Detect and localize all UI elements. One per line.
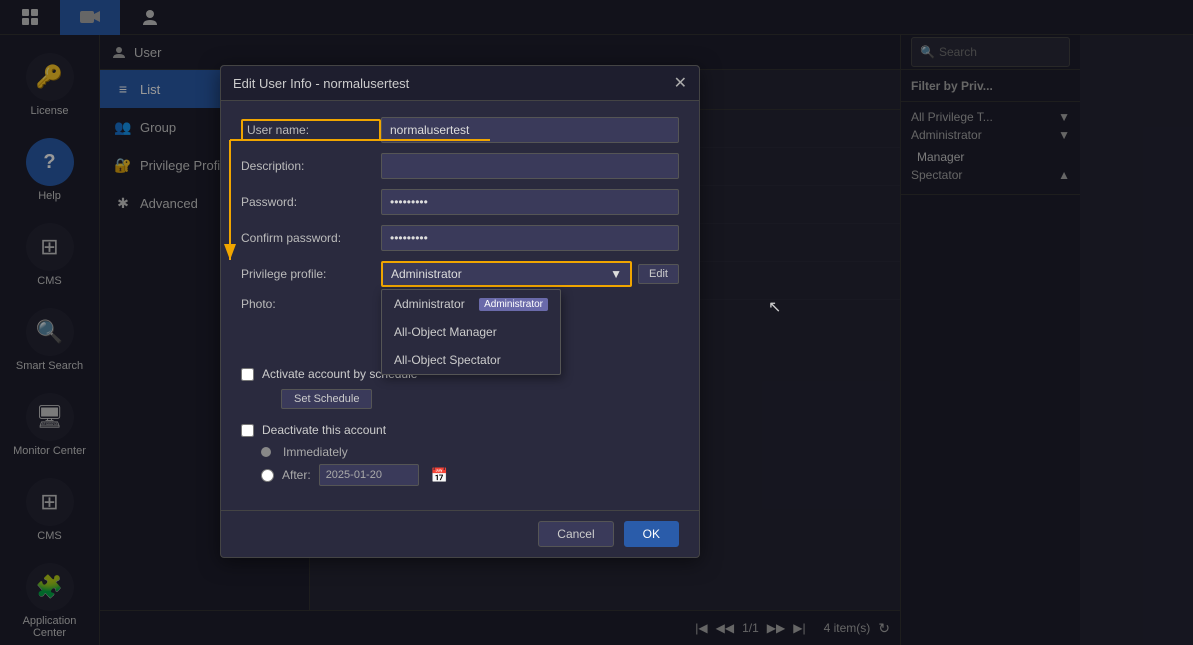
photo-label: Photo: — [241, 297, 381, 311]
after-radio-row: After: 📅 — [261, 464, 679, 486]
dropdown-option-spectator: All-Object Spectator — [394, 353, 501, 367]
immediately-radio-row: Immediately — [261, 445, 679, 459]
privilege-dropdown: Administrator Administrator All-Object M… — [381, 289, 561, 375]
deactivate-options: Immediately After: 📅 — [261, 445, 679, 486]
confirm-password-label: Confirm password: — [241, 231, 381, 245]
description-row: Description: — [241, 153, 679, 179]
password-row: Password: — [241, 189, 679, 215]
password-input[interactable] — [381, 189, 679, 215]
privilege-profile-row: Privilege profile: Administrator ▼ Edit … — [241, 261, 679, 287]
after-radio[interactable] — [261, 469, 274, 482]
check-badge-admin: Administrator — [479, 298, 548, 311]
set-schedule-button[interactable]: Set Schedule — [281, 389, 372, 409]
modal-title: Edit User Info - normalusertest — [233, 76, 409, 91]
dropdown-item-all-object-spectator[interactable]: All-Object Spectator — [382, 346, 560, 374]
username-row: User name: — [241, 117, 679, 143]
modal-close-button[interactable]: ✕ — [674, 73, 687, 93]
modal-body: User name: Description: Password: Confir… — [221, 101, 699, 510]
calendar-icon[interactable]: 📅 — [431, 467, 448, 484]
privilege-select[interactable]: Administrator ▼ — [381, 261, 632, 287]
confirm-password-input[interactable] — [381, 225, 679, 251]
privilege-select-wrapper: Administrator ▼ Edit Administrator Admin… — [381, 261, 679, 287]
privilege-selected-value: Administrator — [391, 267, 462, 281]
modal-title-bar: Edit User Info - normalusertest ✕ — [221, 66, 699, 101]
deactivate-checkbox-row: Deactivate this account — [241, 423, 679, 437]
confirm-password-row: Confirm password: — [241, 225, 679, 251]
deactivate-label: Deactivate this account — [262, 423, 386, 437]
after-label: After: — [282, 468, 311, 482]
cancel-button[interactable]: Cancel — [538, 521, 613, 547]
username-input[interactable] — [381, 117, 679, 143]
chevron-down-icon-priv: ▼ — [610, 267, 622, 281]
privilege-edit-button[interactable]: Edit — [638, 264, 679, 284]
dropdown-item-all-object-manager[interactable]: All-Object Manager — [382, 318, 560, 346]
privilege-label: Privilege profile: — [241, 267, 381, 281]
deactivate-checkbox[interactable] — [241, 424, 254, 437]
modal-footer: Cancel OK — [221, 510, 699, 557]
dropdown-item-administrator[interactable]: Administrator Administrator — [382, 290, 560, 318]
edit-user-modal: Edit User Info - normalusertest ✕ User n… — [220, 65, 700, 558]
dropdown-option-manager: All-Object Manager — [394, 325, 497, 339]
ok-button[interactable]: OK — [624, 521, 679, 547]
after-date-input[interactable] — [319, 464, 419, 486]
password-label: Password: — [241, 195, 381, 209]
description-input[interactable] — [381, 153, 679, 179]
description-label: Description: — [241, 159, 381, 173]
immediately-dot — [261, 447, 271, 457]
dropdown-option-admin: Administrator — [394, 297, 465, 311]
username-label: User name: — [241, 119, 381, 141]
activate-checkbox[interactable] — [241, 368, 254, 381]
immediately-label: Immediately — [283, 445, 348, 459]
